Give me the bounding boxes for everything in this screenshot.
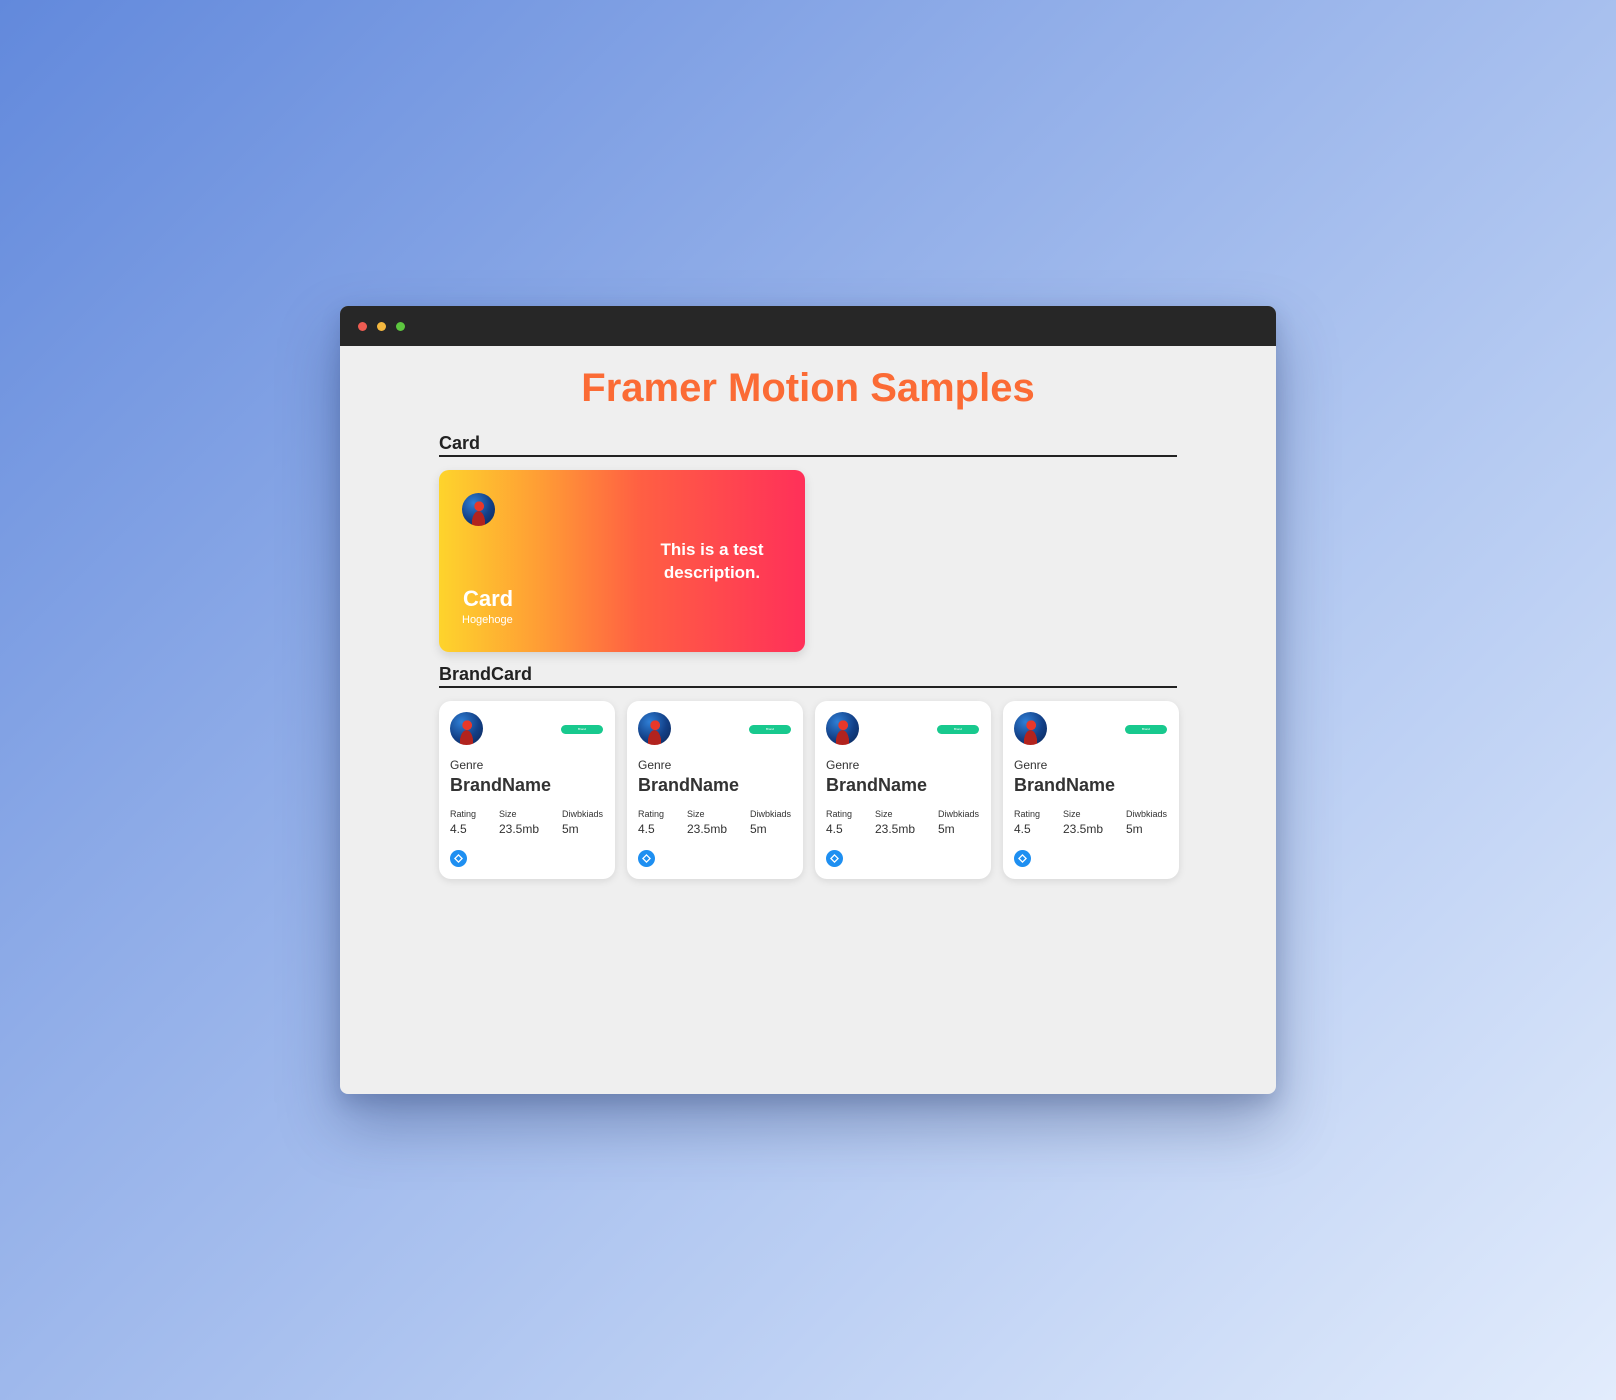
stat-value: 5m bbox=[562, 822, 579, 836]
stat-rating: Rating 4.5 bbox=[450, 809, 476, 836]
maximize-window-button[interactable] bbox=[396, 321, 405, 331]
stat-downloads: Diwbkiads 5m bbox=[938, 809, 979, 836]
stat-label: Size bbox=[499, 809, 517, 819]
stat-value: 4.5 bbox=[826, 822, 843, 836]
avatar bbox=[826, 712, 859, 745]
section-heading-brandcard: BrandCard bbox=[439, 664, 1177, 688]
diamond-icon[interactable] bbox=[450, 850, 467, 867]
avatar bbox=[638, 712, 671, 745]
stat-label: Size bbox=[875, 809, 893, 819]
card-subtitle: Hogehoge bbox=[462, 614, 513, 626]
stat-downloads: Diwbkiads 5m bbox=[562, 809, 603, 836]
brand-badge[interactable]: Brand bbox=[937, 725, 979, 734]
stat-label: Rating bbox=[450, 809, 477, 819]
stat-value: 23.5mb bbox=[875, 822, 916, 836]
stat-label: Size bbox=[1063, 809, 1081, 819]
stat-value: 5m bbox=[938, 822, 955, 836]
close-window-button[interactable] bbox=[358, 321, 367, 331]
stat-value: 23.5mb bbox=[687, 822, 728, 836]
stat-label: Rating bbox=[638, 809, 665, 819]
stat-value: 4.5 bbox=[638, 822, 655, 836]
brand-name: BrandName bbox=[638, 775, 740, 795]
stat-label: Rating bbox=[1014, 809, 1041, 819]
brand-genre: Genre bbox=[826, 758, 860, 772]
section-heading-card: Card bbox=[439, 433, 1177, 457]
brand-genre: Genre bbox=[638, 758, 672, 772]
stat-downloads: Diwbkiads 5m bbox=[750, 809, 791, 836]
diamond-icon[interactable] bbox=[1014, 850, 1031, 867]
brand-genre: Genre bbox=[1014, 758, 1048, 772]
brand-card[interactable]: Brand Genre BrandName Rating 4.5 Size 23… bbox=[1003, 701, 1179, 879]
avatar bbox=[450, 712, 483, 745]
brand-badge[interactable]: Brand bbox=[561, 725, 603, 734]
brand-card[interactable]: Brand Genre BrandName Rating 4.5 Size 23… bbox=[627, 701, 803, 879]
stat-label: Diwbkiads bbox=[750, 809, 792, 819]
stat-value: 23.5mb bbox=[499, 822, 540, 836]
stat-label: Diwbkiads bbox=[562, 809, 604, 819]
brand-card-list: Brand Genre BrandName Rating 4.5 Size 23… bbox=[439, 701, 1179, 879]
stat-rating: Rating 4.5 bbox=[1014, 809, 1040, 836]
stat-size: Size 23.5mb bbox=[499, 809, 539, 836]
stat-value: 4.5 bbox=[1014, 822, 1031, 836]
window-titlebar bbox=[340, 306, 1276, 346]
brand-card[interactable]: Brand Genre BrandName Rating 4.5 Size 23… bbox=[815, 701, 991, 879]
diamond-icon[interactable] bbox=[638, 850, 655, 867]
stat-value: 4.5 bbox=[450, 822, 467, 836]
stat-downloads: Diwbkiads 5m bbox=[1126, 809, 1167, 836]
stat-size: Size 23.5mb bbox=[687, 809, 727, 836]
page-title: Framer Motion Samples bbox=[581, 366, 1035, 410]
stat-label: Diwbkiads bbox=[938, 809, 980, 819]
brand-badge[interactable]: Brand bbox=[749, 725, 791, 734]
stat-label: Rating bbox=[826, 809, 853, 819]
stat-value: 23.5mb bbox=[1063, 822, 1104, 836]
stat-label: Size bbox=[687, 809, 705, 819]
avatar bbox=[1014, 712, 1047, 745]
brand-name: BrandName bbox=[1014, 775, 1116, 795]
stat-size: Size 23.5mb bbox=[1063, 809, 1103, 836]
stat-value: 5m bbox=[750, 822, 767, 836]
minimize-window-button[interactable] bbox=[377, 321, 386, 331]
diamond-icon[interactable] bbox=[826, 850, 843, 867]
brand-card[interactable]: Brand Genre BrandName Rating 4.5 Size 23… bbox=[439, 701, 615, 879]
brand-name: BrandName bbox=[826, 775, 928, 795]
card-title: Card bbox=[463, 586, 514, 611]
brand-badge[interactable]: Brand bbox=[1125, 725, 1167, 734]
card-description: This is a test description. bbox=[660, 540, 764, 582]
brand-name: BrandName bbox=[450, 775, 552, 795]
brand-genre: Genre bbox=[450, 758, 484, 772]
stat-rating: Rating 4.5 bbox=[638, 809, 664, 836]
stat-value: 5m bbox=[1126, 822, 1143, 836]
stat-size: Size 23.5mb bbox=[875, 809, 915, 836]
page-content: Framer Motion Samples Card This is a tes… bbox=[340, 346, 1276, 1094]
browser-window: Framer Motion Samples Card This is a tes… bbox=[340, 306, 1276, 1094]
avatar bbox=[462, 493, 495, 526]
stat-rating: Rating 4.5 bbox=[826, 809, 852, 836]
stat-label: Diwbkiads bbox=[1126, 809, 1168, 819]
gradient-card[interactable]: This is a test description. Card Hogehog… bbox=[439, 470, 805, 652]
